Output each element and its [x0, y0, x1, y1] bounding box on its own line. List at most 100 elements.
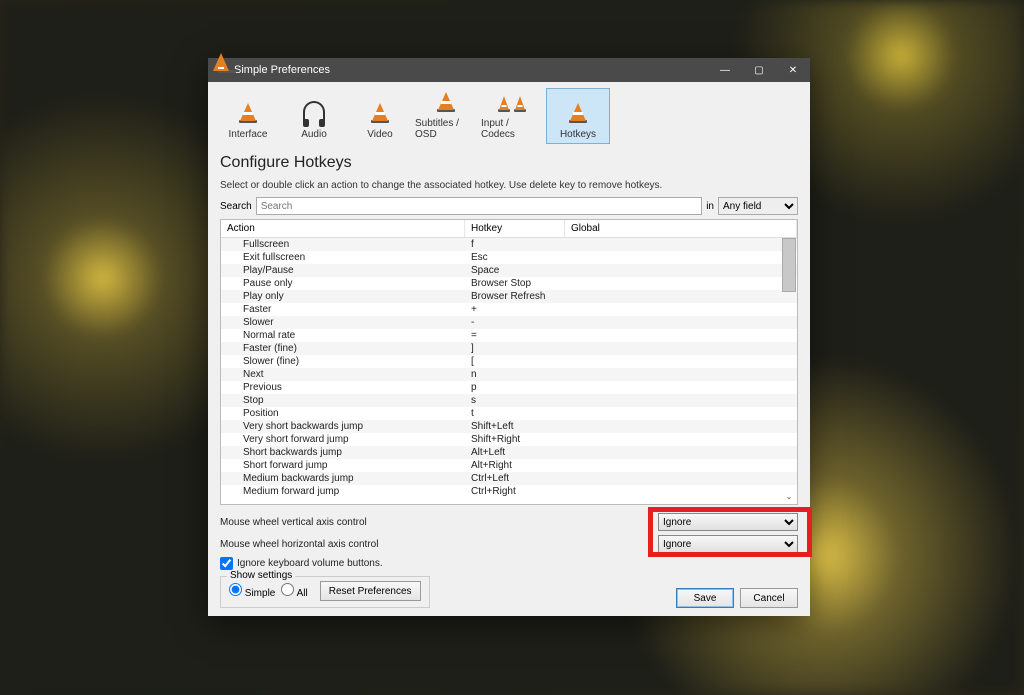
- cell-global: [565, 342, 797, 355]
- hotkey-table: Action Hotkey Global FullscreenfExit ful…: [220, 219, 798, 505]
- cell-hotkey: Ctrl+Left: [465, 472, 565, 485]
- cell-global: [565, 277, 797, 290]
- preferences-tabs: Interface Audio Video Subtitles / OSD In…: [208, 82, 810, 144]
- table-row[interactable]: Previousp: [221, 381, 797, 394]
- window-title: Simple Preferences: [234, 64, 330, 76]
- cell-hotkey: s: [465, 394, 565, 407]
- table-row[interactable]: Very short backwards jumpShift+Left: [221, 420, 797, 433]
- cell-global: [565, 303, 797, 316]
- table-row[interactable]: Exit fullscreenEsc: [221, 251, 797, 264]
- cancel-button[interactable]: Cancel: [740, 588, 798, 608]
- table-row[interactable]: Faster+: [221, 303, 797, 316]
- cell-hotkey: Browser Stop: [465, 277, 565, 290]
- cell-hotkey: Space: [465, 264, 565, 277]
- table-row[interactable]: Normal rate=: [221, 329, 797, 342]
- table-row[interactable]: Short forward jumpAlt+Right: [221, 459, 797, 472]
- table-row[interactable]: Very short forward jumpShift+Right: [221, 433, 797, 446]
- cell-global: [565, 316, 797, 329]
- cell-hotkey: =: [465, 329, 565, 342]
- cell-global: [565, 251, 797, 264]
- table-row[interactable]: Slower (fine)[: [221, 355, 797, 368]
- tab-label: Subtitles / OSD: [415, 118, 477, 140]
- tab-label: Hotkeys: [560, 129, 596, 140]
- ignore-kb-row: Ignore keyboard volume buttons.: [220, 557, 798, 570]
- radio-all[interactable]: All: [281, 583, 307, 599]
- cell-action: Medium forward jump: [221, 485, 465, 498]
- cell-action: Normal rate: [221, 329, 465, 342]
- cone-icon: [434, 89, 458, 114]
- mouse-horizontal-select[interactable]: Ignore: [658, 535, 798, 553]
- cell-action: Slower (fine): [221, 355, 465, 368]
- dual-cone-icon: [497, 94, 527, 118]
- reset-preferences-button[interactable]: Reset Preferences: [320, 581, 421, 601]
- cell-action: Pause only: [221, 277, 465, 290]
- search-input[interactable]: [256, 197, 703, 215]
- cell-hotkey: -: [465, 316, 565, 329]
- scrollbar-thumb[interactable]: [782, 238, 796, 292]
- search-row: Search in Any field: [220, 197, 798, 215]
- search-in-label: in: [706, 201, 714, 212]
- table-row[interactable]: Medium forward jumpCtrl+Right: [221, 485, 797, 498]
- cell-action: Faster (fine): [221, 342, 465, 355]
- table-row[interactable]: Play onlyBrowser Refresh: [221, 290, 797, 303]
- table-row[interactable]: Medium backwards jumpCtrl+Left: [221, 472, 797, 485]
- tab-input-codecs[interactable]: Input / Codecs: [480, 88, 544, 144]
- table-row[interactable]: Stops: [221, 394, 797, 407]
- maximize-button[interactable]: ▢: [742, 58, 776, 82]
- tab-subtitles[interactable]: Subtitles / OSD: [414, 88, 478, 144]
- minimize-button[interactable]: —: [708, 58, 742, 82]
- cell-hotkey: [: [465, 355, 565, 368]
- cell-action: Faster: [221, 303, 465, 316]
- mouse-horizontal-label: Mouse wheel horizontal axis control: [220, 539, 658, 550]
- table-row[interactable]: Slower-: [221, 316, 797, 329]
- tab-audio[interactable]: Audio: [282, 88, 346, 144]
- cell-action: Play/Pause: [221, 264, 465, 277]
- cell-hotkey: Browser Refresh: [465, 290, 565, 303]
- content-area: Configure Hotkeys Select or double click…: [208, 144, 810, 616]
- cell-global: [565, 329, 797, 342]
- tab-video[interactable]: Video: [348, 88, 412, 144]
- tab-label: Interface: [229, 129, 268, 140]
- cell-action: Medium backwards jump: [221, 472, 465, 485]
- cell-action: Very short backwards jump: [221, 420, 465, 433]
- table-row[interactable]: Fullscreenf: [221, 238, 797, 251]
- tab-hotkeys[interactable]: Hotkeys: [546, 88, 610, 144]
- cell-hotkey: n: [465, 368, 565, 381]
- cell-hotkey: f: [465, 238, 565, 251]
- table-row[interactable]: Faster (fine)]: [221, 342, 797, 355]
- cell-global: [565, 238, 797, 251]
- cell-action: Short forward jump: [221, 459, 465, 472]
- hint-text: Select or double click an action to chan…: [220, 180, 798, 191]
- cell-global: [565, 264, 797, 277]
- cell-global: [565, 407, 797, 420]
- col-action-header[interactable]: Action: [221, 220, 465, 237]
- cell-action: Short backwards jump: [221, 446, 465, 459]
- close-button[interactable]: ✕: [776, 58, 810, 82]
- cell-action: Stop: [221, 394, 465, 407]
- tab-label: Input / Codecs: [481, 118, 543, 140]
- scroll-down-icon[interactable]: ⌄: [782, 489, 796, 503]
- tab-interface[interactable]: Interface: [216, 88, 280, 144]
- table-row[interactable]: Pause onlyBrowser Stop: [221, 277, 797, 290]
- titlebar[interactable]: Simple Preferences — ▢ ✕: [208, 58, 810, 82]
- table-row[interactable]: Short backwards jumpAlt+Left: [221, 446, 797, 459]
- headphones-icon: [303, 101, 325, 123]
- radio-simple[interactable]: Simple: [229, 583, 275, 599]
- table-body[interactable]: FullscreenfExit fullscreenEscPlay/PauseS…: [221, 238, 797, 502]
- col-global-header[interactable]: Global: [565, 220, 797, 237]
- vlc-app-icon: [214, 63, 228, 77]
- tab-label: Video: [367, 129, 392, 140]
- cell-hotkey: Esc: [465, 251, 565, 264]
- search-field-select[interactable]: Any field: [718, 197, 798, 215]
- search-label: Search: [220, 201, 252, 212]
- mouse-vertical-select[interactable]: Ignore: [658, 513, 798, 531]
- table-row[interactable]: Play/PauseSpace: [221, 264, 797, 277]
- cell-global: [565, 485, 797, 498]
- cell-global: [565, 368, 797, 381]
- table-row[interactable]: Nextn: [221, 368, 797, 381]
- col-hotkey-header[interactable]: Hotkey: [465, 220, 565, 237]
- save-button[interactable]: Save: [676, 588, 734, 608]
- cell-global: [565, 459, 797, 472]
- ignore-kb-checkbox[interactable]: [220, 557, 233, 570]
- table-row[interactable]: Positiont: [221, 407, 797, 420]
